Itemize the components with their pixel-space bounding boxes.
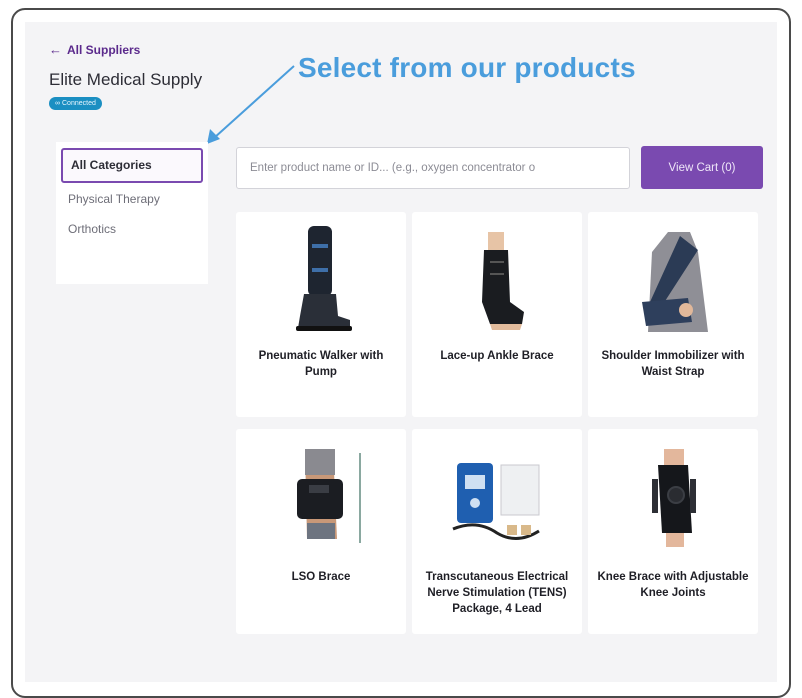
category-all[interactable]: All Categories xyxy=(61,148,203,183)
product-card[interactable]: LSO Brace xyxy=(236,429,406,634)
ankle-brace-icon xyxy=(412,224,582,332)
annotation-banner: Select from our products xyxy=(298,52,636,83)
product-name: Knee Brace with Adjustable Knee Joints xyxy=(597,571,749,599)
status-badge: ∞ Connected xyxy=(49,97,102,110)
product-name: LSO Brace xyxy=(291,571,351,583)
link-icon: ∞ xyxy=(55,100,60,107)
arrow-left-icon: ← xyxy=(49,42,62,57)
product-card[interactable]: Shoulder Immobilizer with Waist Strap xyxy=(588,212,758,417)
product-search-input[interactable] xyxy=(236,147,630,189)
product-card[interactable]: Lace-up Ankle Brace xyxy=(412,212,582,417)
view-cart-button[interactable]: View Cart (0) xyxy=(641,146,763,189)
product-name: Pneumatic Walker with Pump xyxy=(258,350,384,378)
category-orthotics[interactable]: Orthotics xyxy=(68,221,196,238)
tens-unit-icon xyxy=(412,441,582,549)
product-name: Transcutaneous Electrical Nerve Stimulat… xyxy=(425,571,569,615)
back-brace-icon xyxy=(236,441,406,549)
category-sidebar: All Categories Physical Therapy Orthotic… xyxy=(56,142,208,284)
product-card[interactable]: Transcutaneous Electrical Nerve Stimulat… xyxy=(412,429,582,634)
shoulder-sling-icon xyxy=(588,224,758,332)
product-card[interactable]: Knee Brace with Adjustable Knee Joints xyxy=(588,429,758,634)
category-physical-therapy[interactable]: Physical Therapy xyxy=(68,191,196,208)
product-name: Lace-up Ankle Brace xyxy=(440,350,554,362)
product-grid: Pneumatic Walker with Pump Lace-up Ankle… xyxy=(236,212,764,634)
product-name: Shoulder Immobilizer with Waist Strap xyxy=(601,350,745,378)
status-badge-label: Connected xyxy=(62,100,96,107)
back-link-label: All Suppliers xyxy=(67,42,141,57)
supplier-name: Elite Medical Supply xyxy=(49,70,203,89)
product-card[interactable]: Pneumatic Walker with Pump xyxy=(236,212,406,417)
knee-brace-icon xyxy=(588,441,758,549)
walker-boot-icon xyxy=(236,224,406,332)
back-to-suppliers-link[interactable]: ← All Suppliers xyxy=(49,42,140,57)
